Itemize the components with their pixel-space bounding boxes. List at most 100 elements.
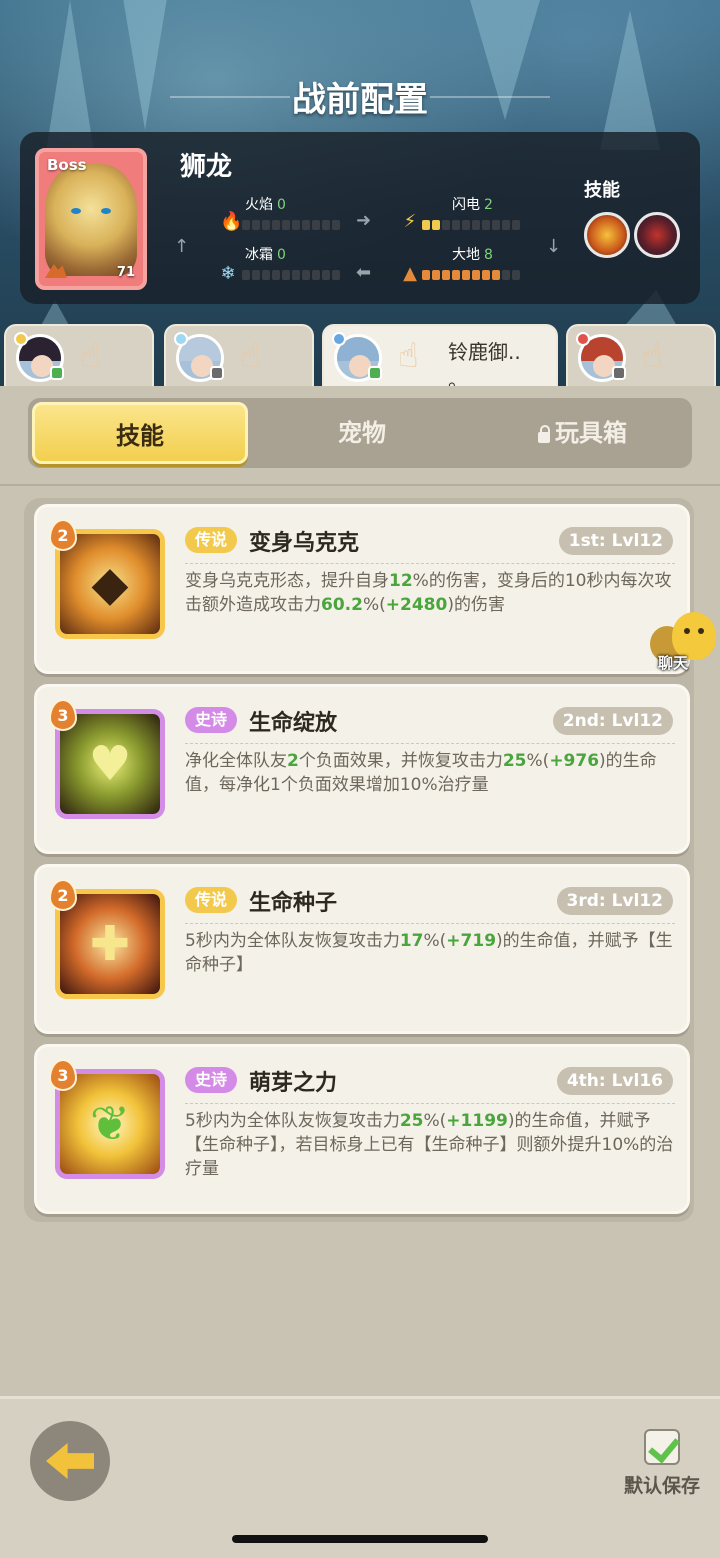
- checkbox-checked-icon[interactable]: [644, 1429, 680, 1465]
- hero-tab-2[interactable]: ☝: [164, 324, 314, 388]
- stat-bar-segment: [252, 270, 260, 280]
- skill-slot-badge: 4th: Lvl16: [556, 1067, 673, 1095]
- stat-bar-segment: [482, 270, 490, 280]
- cycle-arrow-icon: ⬅: [356, 262, 372, 283]
- stat-bar-segment: [462, 270, 470, 280]
- stat-bar-segment: [432, 270, 440, 280]
- rarity-badge: 传说: [185, 527, 238, 553]
- skill-card-2[interactable]: ♥ 3 史诗 生命绽放 2nd: Lvl12 净化全体队友2个负面效果，并恢复攻…: [34, 684, 690, 854]
- skill-description: 5秒内为全体队友恢复攻击力17%(+719)的生命值，并赋予【生命种子】: [185, 931, 673, 975]
- rarity-badge: 史诗: [185, 1067, 238, 1093]
- fire-icon: 🔥: [220, 211, 243, 232]
- stat-lightning-label: 闪电 2: [452, 197, 493, 213]
- skill-card-1[interactable]: ◆ 2 传说 变身乌克克 1st: Lvl12 变身乌克克形态，提升自身12%的…: [34, 504, 690, 674]
- skill-slot-badge: 3rd: Lvl12: [556, 887, 673, 915]
- stat-earth-label: 大地 8: [452, 247, 493, 263]
- skill-name: 变身乌克克: [249, 531, 360, 556]
- skill-description: 净化全体队友2个负面效果，并恢复攻击力25%(+976)的生命值，每净化1个负面…: [185, 751, 657, 795]
- tab-toybox[interactable]: 玩具箱: [476, 402, 688, 464]
- status-online-icon: [368, 366, 382, 380]
- element-badge-icon: [576, 332, 590, 346]
- stat-frost-label: 冰霜 0: [245, 247, 286, 263]
- stat-bar-segment: [332, 220, 340, 230]
- stat-bar-segment: [272, 270, 280, 280]
- skill-slot-badge: 2nd: Lvl12: [552, 707, 673, 735]
- stat-bar-segment: [312, 220, 320, 230]
- stat-bar-segment: [292, 220, 300, 230]
- page-title: 战前配置: [292, 80, 428, 120]
- divider: [185, 743, 675, 744]
- stat-bar-segment: [292, 270, 300, 280]
- stat-bar-segment: [332, 270, 340, 280]
- stat-bar-segment: [302, 270, 310, 280]
- divider: [185, 923, 675, 924]
- stat-earth-bar: [422, 270, 520, 280]
- back-arrow-icon: [46, 1443, 94, 1479]
- tab-toybox-label: 玩具箱: [555, 419, 627, 447]
- skill-level-badge: 3: [49, 1059, 77, 1091]
- skill-name: 生命绽放: [249, 711, 338, 736]
- tap-hand-icon: ☝: [398, 336, 419, 376]
- snowflake-icon: ❄: [220, 263, 236, 284]
- boss-eye: [71, 208, 81, 214]
- tap-hand-icon: ☝: [80, 336, 101, 376]
- home-indicator[interactable]: [232, 1535, 488, 1543]
- stat-bar-segment: [282, 220, 290, 230]
- default-save-toggle[interactable]: 默认保存: [620, 1429, 704, 1498]
- back-button[interactable]: [30, 1421, 110, 1501]
- stat-bar-segment: [322, 220, 330, 230]
- skill-level-badge: 2: [49, 519, 77, 551]
- stat-bar-segment: [502, 220, 510, 230]
- rarity-badge: 传说: [185, 887, 238, 913]
- boss-skill-fire-icon[interactable]: [584, 212, 630, 258]
- boss-portrait: [45, 164, 137, 276]
- bottom-bar: 默认保存: [0, 1396, 720, 1558]
- stat-bar-segment: [502, 270, 510, 280]
- element-badge-icon: [174, 332, 188, 346]
- status-offline-icon: [210, 366, 224, 380]
- stat-bar-segment: [242, 220, 250, 230]
- skill-description: 5秒内为全体队友恢复攻击力25%(+1199)的生命值，并赋予【生命种子】，若目…: [185, 1111, 674, 1179]
- boss-info-panel: Boss 71 狮龙 🔥 火焰 0 ⚡ 闪电 2 ❄ 冰霜 0 ▲ 大地 8 ➜ ↑ ⬅…: [20, 132, 700, 304]
- stat-bar-segment: [272, 220, 280, 230]
- divider: [185, 1103, 675, 1104]
- skill-description: 变身乌克克形态，提升自身12%的伤害，变身后的10秒内每次攻击额外造成攻击力60…: [185, 571, 672, 615]
- tab-skills[interactable]: 技能: [32, 402, 248, 464]
- stat-bar-segment: [452, 270, 460, 280]
- stat-frost-bar: [242, 270, 340, 280]
- lock-icon: [537, 425, 551, 443]
- skill-level-badge: 2: [49, 879, 77, 911]
- hero-tab-3[interactable]: ☝ 铃鹿御.. 。: [322, 324, 558, 394]
- hero-tab-4[interactable]: ☝: [566, 324, 716, 388]
- boss-skill-claw-icon[interactable]: [634, 212, 680, 258]
- skill-card-4[interactable]: ❦ 3 史诗 萌芽之力 4th: Lvl16 5秒内为全体队友恢复攻击力25%(…: [34, 1044, 690, 1214]
- boss-card[interactable]: Boss 71: [35, 148, 147, 290]
- stat-bar-segment: [472, 270, 480, 280]
- skill-name: 萌芽之力: [249, 1071, 338, 1096]
- chat-button[interactable]: 聊天: [648, 612, 720, 674]
- tab-pets[interactable]: 宠物: [264, 402, 460, 464]
- stat-bar-segment: [312, 270, 320, 280]
- lightning-icon: ⚡: [403, 211, 417, 232]
- boss-tag: Boss: [47, 156, 87, 174]
- hero-tab-1[interactable]: ☝: [4, 324, 154, 388]
- skill-name: 生命种子: [249, 891, 338, 916]
- stat-bar-segment: [492, 220, 500, 230]
- stat-bar-segment: [442, 220, 450, 230]
- stat-bar-segment: [472, 220, 480, 230]
- tap-hand-icon: ☝: [642, 336, 663, 376]
- skill-card-3[interactable]: ✚ 2 传说 生命种子 3rd: Lvl12 5秒内为全体队友恢复攻击力17%(…: [34, 864, 690, 1034]
- cycle-arrow-icon: ↑: [174, 236, 190, 257]
- divider: [0, 484, 720, 486]
- stat-bar-segment: [422, 220, 430, 230]
- status-online-icon: [50, 366, 64, 380]
- skill-level-badge: 3: [49, 699, 77, 731]
- mountain-icon: ▲: [403, 263, 417, 284]
- tap-hand-icon: ☝: [240, 336, 261, 376]
- stat-bar-segment: [242, 270, 250, 280]
- boss-level: 71: [116, 265, 135, 280]
- stat-bar-segment: [282, 270, 290, 280]
- chat-label: 聊天: [658, 654, 689, 672]
- element-badge-icon: [14, 332, 28, 346]
- stat-bar-segment: [322, 270, 330, 280]
